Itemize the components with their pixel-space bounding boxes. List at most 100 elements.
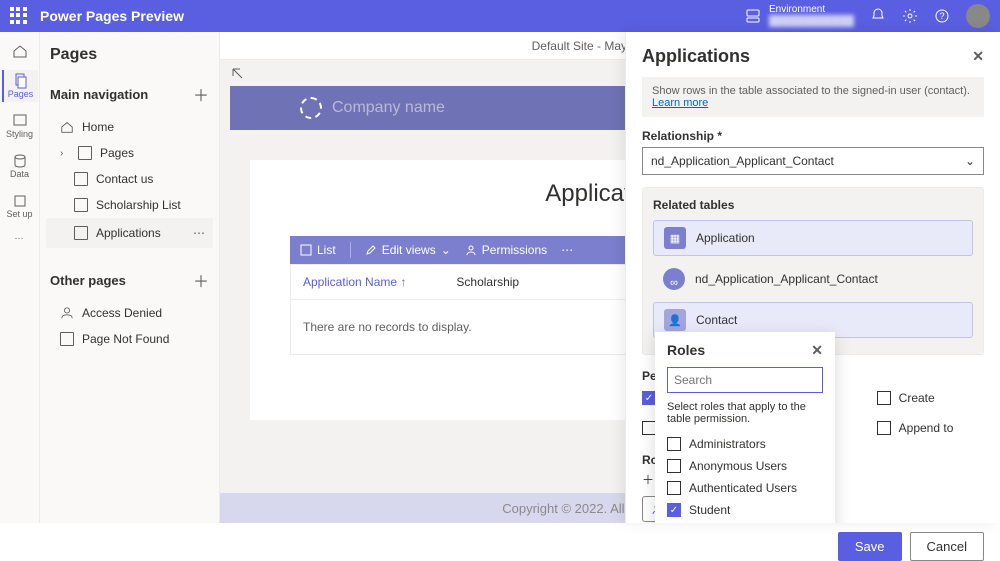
checkbox-icon xyxy=(877,421,891,435)
rail-home[interactable] xyxy=(2,40,38,62)
more-icon[interactable]: ⋯ xyxy=(189,224,209,242)
other-pages-heading: Other pages xyxy=(50,273,126,288)
relationship-select[interactable]: nd_Application_Applicant_Contact⌄ xyxy=(642,147,984,175)
home-icon xyxy=(60,120,74,134)
nav-applications[interactable]: Applications ⋯ xyxy=(46,218,213,248)
nav-contact-us[interactable]: Contact us xyxy=(46,166,213,192)
environment-picker[interactable]: Environment ████████████ xyxy=(769,4,854,28)
related-tables-card: Related tables ▦Application ∞nd_Applicat… xyxy=(642,187,984,355)
nav-home[interactable]: Home xyxy=(46,114,213,140)
checkbox-icon xyxy=(642,421,656,435)
rail-more[interactable]: ⋯ xyxy=(2,230,38,247)
checkbox-checked-icon: ✓ xyxy=(667,503,681,517)
role-anonymous[interactable]: Anonymous Users xyxy=(667,455,823,477)
rail-data-label: Data xyxy=(10,169,29,179)
nav-404-label: Page Not Found xyxy=(82,332,169,346)
roles-popup-desc: Select roles that apply to the table per… xyxy=(667,401,823,425)
notifications-icon[interactable] xyxy=(870,8,886,24)
chevron-right-icon: › xyxy=(60,148,70,159)
edit-icon xyxy=(365,244,377,256)
related-table-link[interactable]: ∞nd_Application_Applicant_Contact xyxy=(653,262,973,296)
close-icon[interactable]: ✕ xyxy=(972,48,984,65)
chevron-down-icon: ⌄ xyxy=(965,154,975,168)
pages-panel: Pages Main navigation ＋ Home › Pages Conta… xyxy=(40,32,220,523)
person-icon xyxy=(60,306,74,320)
nav-scholarship-list[interactable]: Scholarship List xyxy=(46,192,213,218)
file-icon xyxy=(78,146,92,160)
app-title: Power Pages Preview xyxy=(40,8,184,24)
rail-pages[interactable]: Pages xyxy=(2,70,38,102)
help-icon[interactable]: ? xyxy=(934,8,950,24)
checkbox-icon xyxy=(667,481,681,495)
topbar: Power Pages Preview Environment ████████… xyxy=(0,0,1000,32)
save-button[interactable]: Save xyxy=(838,532,902,561)
environment-label: Environment xyxy=(769,4,854,16)
rail-data[interactable]: Data xyxy=(2,150,38,182)
company-logo-placeholder[interactable] xyxy=(300,97,322,119)
add-nav-icon[interactable]: ＋ xyxy=(193,82,209,106)
role-student[interactable]: ✓Student xyxy=(667,499,823,521)
list-button[interactable]: List xyxy=(300,243,336,257)
chevron-down-icon: ⌄ xyxy=(441,243,451,257)
perm-create[interactable]: Create xyxy=(877,387,984,409)
drawer-title: Applications xyxy=(642,46,750,67)
role-authenticated[interactable]: Authenticated Users xyxy=(667,477,823,499)
toolbar-more[interactable]: ⋯ xyxy=(561,243,573,257)
nav-pages-label: Pages xyxy=(100,146,134,160)
environment-icon xyxy=(745,8,761,24)
close-icon[interactable]: ✕ xyxy=(811,342,823,359)
plus-icon: ＋ xyxy=(642,471,654,488)
person-icon xyxy=(465,244,477,256)
roles-popup-title: Roles xyxy=(667,342,705,359)
environment-value: ████████████ xyxy=(769,16,854,28)
nav-page-not-found[interactable]: Page Not Found xyxy=(46,326,213,352)
main-nav-heading: Main navigation xyxy=(50,87,148,102)
rail-styling[interactable]: Styling xyxy=(2,110,38,142)
person-icon: 👤 xyxy=(664,309,686,331)
rail-setup[interactable]: Set up xyxy=(2,190,38,222)
checkbox-icon xyxy=(667,437,681,451)
nav-scholarship-label: Scholarship List xyxy=(96,198,181,212)
col-application-name[interactable]: Application Name ↑ xyxy=(303,275,406,289)
table-icon: ▦ xyxy=(664,227,686,249)
file-icon xyxy=(74,198,88,212)
nav-access-denied[interactable]: Access Denied xyxy=(46,300,213,326)
svg-text:?: ? xyxy=(939,11,944,21)
relationship-label: Relationship * xyxy=(642,129,984,143)
related-table-application[interactable]: ▦Application xyxy=(653,220,973,256)
col-scholarship[interactable]: Scholarship xyxy=(456,275,519,289)
permissions-button[interactable]: Permissions xyxy=(465,243,547,257)
nav-applications-label: Applications xyxy=(96,226,161,240)
perm-append-to[interactable]: Append to xyxy=(877,417,984,439)
cancel-button[interactable]: Cancel xyxy=(910,532,984,561)
nav-access-denied-label: Access Denied xyxy=(82,306,162,320)
app-launcher-icon[interactable] xyxy=(10,7,28,25)
checkbox-icon xyxy=(667,459,681,473)
nw-arrow-icon[interactable] xyxy=(230,66,246,82)
nav-rail: Pages Styling Data Set up ⋯ xyxy=(0,32,40,523)
settings-icon[interactable] xyxy=(902,8,918,24)
nav-home-label: Home xyxy=(82,120,114,134)
rail-pages-label: Pages xyxy=(8,89,34,99)
file-icon xyxy=(60,332,74,346)
nav-pages[interactable]: › Pages xyxy=(46,140,213,166)
checkbox-checked-icon: ✓ xyxy=(642,391,656,405)
nav-contact-label: Contact us xyxy=(96,172,153,186)
company-name[interactable]: Company name xyxy=(332,99,445,117)
pages-panel-title: Pages xyxy=(50,46,97,64)
add-other-icon[interactable]: ＋ xyxy=(193,268,209,292)
file-icon xyxy=(74,226,88,240)
role-administrators[interactable]: Administrators xyxy=(667,433,823,455)
checkbox-icon xyxy=(877,391,891,405)
info-banner: Show rows in the table associated to the… xyxy=(642,77,984,117)
roles-popup: Roles ✕ Select roles that apply to the ta… xyxy=(655,332,835,523)
link-icon: ∞ xyxy=(663,268,685,290)
file-icon xyxy=(74,172,88,186)
user-avatar[interactable] xyxy=(966,4,990,28)
edit-views-button[interactable]: Edit views⌄ xyxy=(365,243,451,257)
roles-search-input[interactable] xyxy=(667,367,823,393)
related-tables-label: Related tables xyxy=(653,198,973,212)
rail-setup-label: Set up xyxy=(6,209,32,219)
list-icon xyxy=(300,244,312,256)
learn-more-link[interactable]: Learn more xyxy=(652,97,708,109)
